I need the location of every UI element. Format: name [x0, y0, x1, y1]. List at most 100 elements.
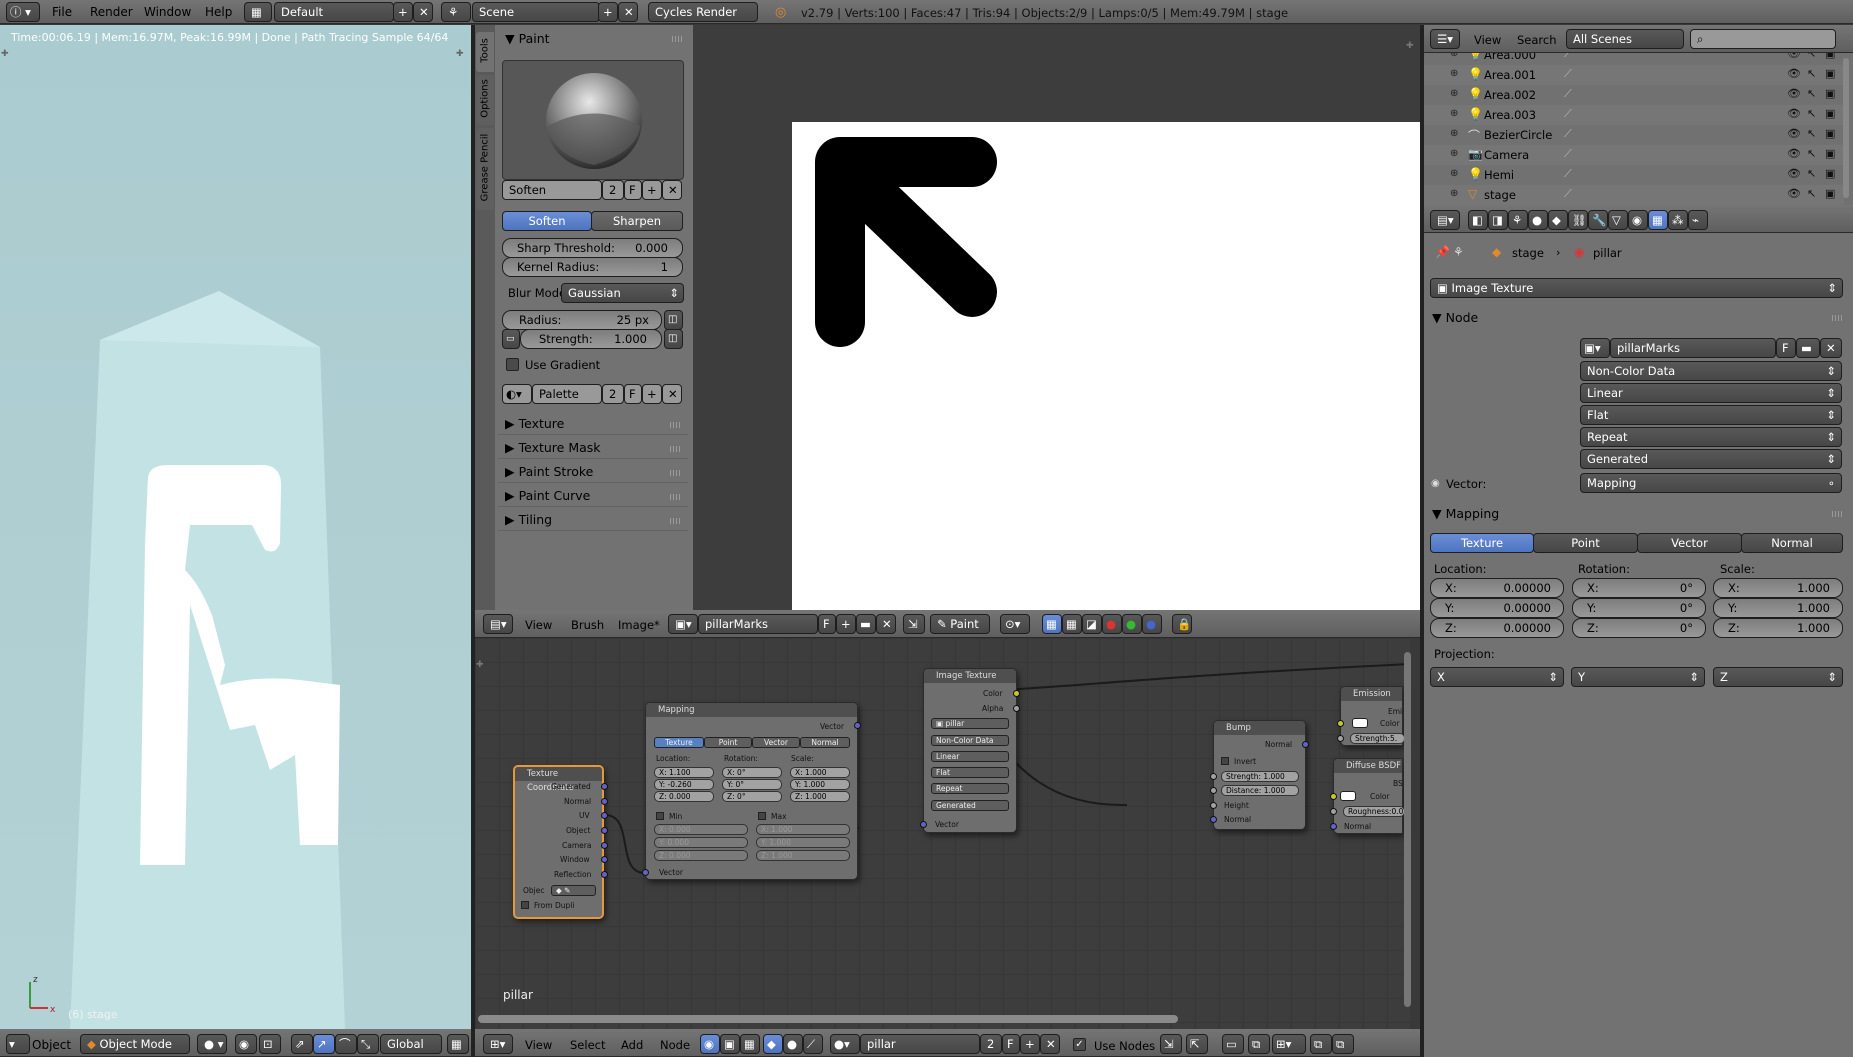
screen-layout-icon[interactable]: ▦ — [244, 2, 272, 22]
render-tab-icon[interactable]: ◧ — [1468, 210, 1488, 230]
manipulator-scale-toggle[interactable]: ⤡ — [357, 1034, 379, 1054]
props-mapping-tab-texture[interactable]: Texture — [1430, 533, 1534, 553]
texcoord-from-dupli-checkbox[interactable] — [521, 901, 529, 909]
node-menu-select[interactable]: Select — [570, 1038, 605, 1052]
image-open-button[interactable]: ▬ — [856, 614, 876, 634]
outliner-menu-view[interactable]: View — [1474, 33, 1501, 47]
outliner-expand-icon[interactable]: ⊕ — [1450, 68, 1458, 79]
diffuse-color-swatch[interactable] — [1340, 791, 1356, 801]
material-users-count[interactable]: 2 — [980, 1034, 1002, 1054]
outliner-expand-icon[interactable]: ⊕ — [1450, 188, 1458, 199]
outliner-row[interactable]: ⊕ 💡 Area.000 ⟋ 👁 ↖ ▣ — [1424, 53, 1844, 65]
manipulator-arrow-toggle[interactable]: ↗ — [313, 1034, 335, 1054]
outliner-row[interactable]: ⊕ ▽ stage ⟋ 👁 ↖ ▣ — [1424, 185, 1844, 205]
visibility-eye-icon[interactable]: 👁 — [1787, 127, 1801, 140]
brush-name-field[interactable]: Soften — [502, 180, 602, 200]
texcoord-socket-uv[interactable] — [601, 812, 608, 819]
node-editor-type-button[interactable]: ⊞▾ — [483, 1034, 513, 1054]
panel-drag-handle[interactable] — [1832, 315, 1844, 321]
data-tab-icon[interactable]: ▽ — [1608, 210, 1628, 230]
bump-invert-checkbox[interactable] — [1221, 757, 1229, 765]
props-projection-x-select[interactable]: X ⇕ — [1430, 667, 1564, 687]
material-name-field[interactable]: pillar — [860, 1034, 980, 1054]
sharp-threshold-field[interactable]: Sharp Threshold: 0.000 — [502, 238, 683, 258]
props-projection-z-select[interactable]: Z ⇕ — [1713, 667, 1843, 687]
props-image-unlink-button[interactable]: ✕ — [1820, 338, 1842, 358]
tab-options[interactable]: Options — [476, 75, 494, 125]
mapping-min-y[interactable]: Y: 0.000 — [654, 837, 748, 848]
imgtex-extension-select[interactable]: Repeat — [931, 783, 1009, 794]
props-mapping-tab-vector[interactable]: Vector — [1637, 533, 1742, 553]
material-remove-button[interactable]: ✕ — [1040, 1034, 1060, 1054]
manipulator-translate-toggle[interactable]: ⇗ — [291, 1034, 313, 1054]
emission-color-socket[interactable] — [1337, 720, 1344, 727]
visibility-eye-icon[interactable]: 👁 — [1787, 147, 1801, 160]
mapping-scale-z[interactable]: Z: 1.000 — [790, 791, 850, 802]
image-editor-corner-widget[interactable]: ✚ — [1406, 41, 1414, 51]
outliner-item-name[interactable]: BezierCircle — [1484, 128, 1552, 142]
props-image-open-button[interactable]: ▬ — [1796, 338, 1820, 358]
mapping-location-x[interactable]: X: 1.100 — [654, 767, 714, 778]
screen-layout-field[interactable]: Default — [274, 2, 394, 22]
node-section-header[interactable]: ▼ Node — [1432, 310, 1478, 325]
menu-render[interactable]: Render — [90, 5, 133, 19]
outliner-display-mode-select[interactable]: All Scenes — [1566, 29, 1684, 49]
outliner-row[interactable]: ⊕ 💡 Area.001 ⟋ 👁 ↖ ▣ — [1424, 65, 1844, 85]
visibility-eye-icon[interactable]: 👁 — [1787, 167, 1801, 180]
selectable-cursor-icon[interactable]: ↖ — [1807, 147, 1816, 160]
mapping-tab-vector[interactable]: Vector — [752, 737, 800, 748]
emission-strength-socket[interactable] — [1337, 735, 1344, 742]
kernel-radius-field[interactable]: Kernel Radius: 1 — [502, 257, 683, 277]
mapping-section-header[interactable]: ▼ Mapping — [1432, 506, 1499, 521]
node-menu-add[interactable]: Add — [621, 1038, 643, 1052]
outliner-row[interactable]: ⊕ ⌒ BezierCircle ⟋ 👁 ↖ ▣ — [1424, 125, 1844, 145]
palette-remove-button[interactable]: ✕ — [662, 384, 682, 404]
radius-field[interactable]: Radius: 25 px — [502, 310, 662, 330]
mapping-max-z[interactable]: Z: 1.000 — [756, 850, 850, 861]
mapping-max-checkbox[interactable] — [758, 812, 766, 820]
emission-strength-field[interactable]: Strength:5. — [1350, 733, 1405, 744]
strength-pressure-toggle[interactable]: ◫ — [664, 329, 683, 349]
selectable-cursor-icon[interactable]: ↖ — [1807, 187, 1816, 200]
props-projection-select[interactable]: Flat ⇕ — [1580, 405, 1842, 425]
layers-grid[interactable]: ▦ — [447, 1034, 469, 1054]
image-name-field[interactable]: pillarMarks — [698, 614, 818, 634]
mapping-rotation-x[interactable]: X: 0° — [722, 767, 782, 778]
diffuse-color-socket[interactable] — [1330, 793, 1337, 800]
outliner-menu-search[interactable]: Search — [1517, 33, 1557, 47]
palette-icon[interactable]: ◐▾ — [502, 384, 532, 404]
pin-icon[interactable]: 📌 — [1435, 245, 1450, 259]
palette-add-button[interactable]: + — [642, 384, 662, 404]
use-nodes-checkbox[interactable]: ✓ — [1073, 1038, 1086, 1051]
imgtex-image-field[interactable]: ▣ pillar — [931, 718, 1009, 729]
modifiers-tab-icon[interactable]: 🔧 — [1588, 210, 1608, 230]
add-scene-button[interactable]: + — [598, 2, 618, 22]
props-image-fake-user[interactable]: F — [1776, 338, 1796, 358]
texcoord-socket-window[interactable] — [601, 856, 608, 863]
outliner-search-field[interactable]: ⌕ — [1690, 29, 1836, 49]
tab-grease-pencil[interactable]: Grease Pencil — [476, 128, 494, 210]
render-layers-tab-icon[interactable]: ◨ — [1488, 210, 1508, 230]
texcoord-socket-reflection[interactable] — [601, 871, 608, 878]
outliner-expand-icon[interactable]: ⊕ — [1450, 108, 1458, 119]
mapping-rotation-z[interactable]: Z: 0° — [722, 791, 782, 802]
outliner-item-name[interactable]: Camera — [1484, 148, 1529, 162]
selectable-cursor-icon[interactable]: ↖ — [1807, 87, 1816, 100]
imgtex-source-select[interactable]: Generated — [931, 800, 1009, 811]
props-location-z[interactable]: Z: 0.00000 — [1430, 618, 1564, 638]
node-copy-button[interactable]: ⧉ — [1248, 1034, 1270, 1054]
node-menu-view[interactable]: View — [525, 1038, 552, 1052]
node-menu-node[interactable]: Node — [660, 1038, 690, 1052]
outliner-expand-icon[interactable]: ⊕ — [1450, 168, 1458, 179]
mapping-location-z[interactable]: Z: 0.000 — [654, 791, 714, 802]
selectable-cursor-icon[interactable]: ↖ — [1807, 167, 1816, 180]
panel-texture[interactable]: ▶ Texture — [498, 413, 688, 435]
scene-field[interactable]: Scene — [472, 2, 600, 22]
visibility-eye-icon[interactable]: 👁 — [1787, 87, 1801, 100]
outliner-row[interactable]: ⊕ 💡 Area.002 ⟋ 👁 ↖ ▣ — [1424, 85, 1844, 105]
selectable-cursor-icon[interactable]: ↖ — [1807, 127, 1816, 140]
mapping-rotation-y[interactable]: Y: 0° — [722, 779, 782, 790]
mapping-min-z[interactable]: Z: 0.000 — [654, 850, 748, 861]
emission-color-swatch[interactable] — [1352, 718, 1368, 728]
visibility-eye-icon[interactable]: 👁 — [1787, 107, 1801, 120]
